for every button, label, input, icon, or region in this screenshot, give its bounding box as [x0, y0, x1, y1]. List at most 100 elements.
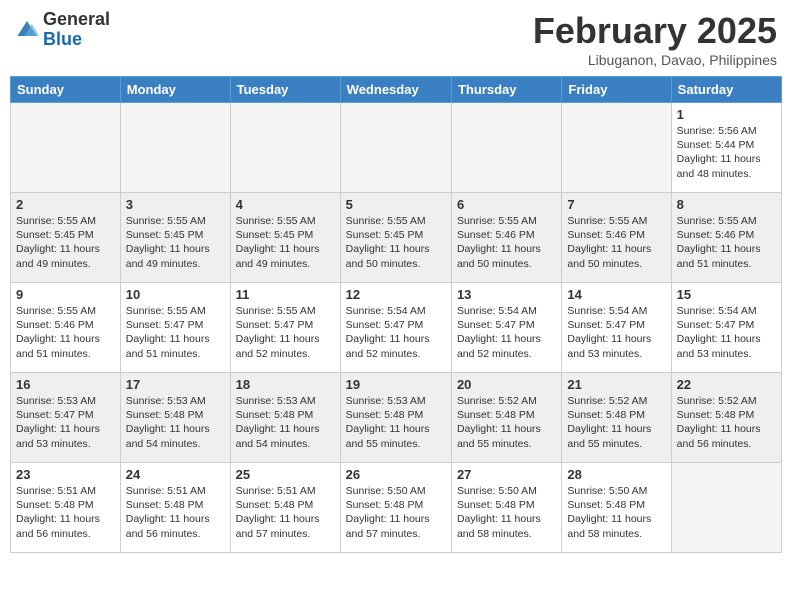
day-info: Sunrise: 5:53 AM Sunset: 5:48 PM Dayligh… [346, 394, 446, 451]
day-number: 3 [126, 197, 225, 212]
calendar-cell: 13 Sunrise: 5:54 AM Sunset: 5:47 PM Dayli… [451, 283, 561, 373]
day-info: Sunrise: 5:55 AM Sunset: 5:45 PM Dayligh… [236, 214, 335, 271]
day-number: 15 [677, 287, 776, 302]
day-info: Sunrise: 5:50 AM Sunset: 5:48 PM Dayligh… [346, 484, 446, 541]
week-row-1: 1 Sunrise: 5:56 AM Sunset: 5:44 PM Daylig… [11, 103, 782, 193]
logo-general-text: General [43, 9, 110, 29]
calendar-cell [671, 463, 781, 553]
day-info: Sunrise: 5:55 AM Sunset: 5:45 PM Dayligh… [16, 214, 115, 271]
day-info: Sunrise: 5:55 AM Sunset: 5:46 PM Dayligh… [567, 214, 665, 271]
day-info: Sunrise: 5:53 AM Sunset: 5:47 PM Dayligh… [16, 394, 115, 451]
calendar-cell: 24 Sunrise: 5:51 AM Sunset: 5:48 PM Dayli… [120, 463, 230, 553]
calendar-cell [451, 103, 561, 193]
day-number: 18 [236, 377, 335, 392]
location: Libuganon, Davao, Philippines [533, 52, 777, 68]
day-info: Sunrise: 5:52 AM Sunset: 5:48 PM Dayligh… [567, 394, 665, 451]
calendar-header-row: SundayMondayTuesdayWednesdayThursdayFrid… [11, 77, 782, 103]
day-info: Sunrise: 5:54 AM Sunset: 5:47 PM Dayligh… [457, 304, 556, 361]
day-info: Sunrise: 5:50 AM Sunset: 5:48 PM Dayligh… [457, 484, 556, 541]
day-number: 7 [567, 197, 665, 212]
day-number: 8 [677, 197, 776, 212]
day-info: Sunrise: 5:55 AM Sunset: 5:46 PM Dayligh… [457, 214, 556, 271]
calendar-cell: 23 Sunrise: 5:51 AM Sunset: 5:48 PM Dayli… [11, 463, 121, 553]
weekday-header-tuesday: Tuesday [230, 77, 340, 103]
day-info: Sunrise: 5:50 AM Sunset: 5:48 PM Dayligh… [567, 484, 665, 541]
week-row-2: 2 Sunrise: 5:55 AM Sunset: 5:45 PM Daylig… [11, 193, 782, 283]
weekday-header-monday: Monday [120, 77, 230, 103]
calendar-cell [340, 103, 451, 193]
day-number: 26 [346, 467, 446, 482]
logo: General Blue [15, 10, 110, 50]
calendar-cell [11, 103, 121, 193]
day-number: 14 [567, 287, 665, 302]
day-info: Sunrise: 5:53 AM Sunset: 5:48 PM Dayligh… [126, 394, 225, 451]
calendar-cell [562, 103, 671, 193]
calendar-cell: 10 Sunrise: 5:55 AM Sunset: 5:47 PM Dayli… [120, 283, 230, 373]
day-number: 16 [16, 377, 115, 392]
day-info: Sunrise: 5:55 AM Sunset: 5:46 PM Dayligh… [677, 214, 776, 271]
day-number: 23 [16, 467, 115, 482]
logo-icon [15, 18, 39, 42]
calendar-table: SundayMondayTuesdayWednesdayThursdayFrid… [10, 76, 782, 553]
page-header: General Blue February 2025 Libuganon, Da… [10, 10, 782, 68]
day-info: Sunrise: 5:55 AM Sunset: 5:46 PM Dayligh… [16, 304, 115, 361]
week-row-5: 23 Sunrise: 5:51 AM Sunset: 5:48 PM Dayli… [11, 463, 782, 553]
day-number: 2 [16, 197, 115, 212]
calendar-cell [120, 103, 230, 193]
calendar-cell: 5 Sunrise: 5:55 AM Sunset: 5:45 PM Daylig… [340, 193, 451, 283]
day-number: 28 [567, 467, 665, 482]
day-info: Sunrise: 5:54 AM Sunset: 5:47 PM Dayligh… [346, 304, 446, 361]
day-info: Sunrise: 5:55 AM Sunset: 5:45 PM Dayligh… [346, 214, 446, 271]
day-number: 11 [236, 287, 335, 302]
day-number: 12 [346, 287, 446, 302]
title-block: February 2025 Libuganon, Davao, Philippi… [533, 10, 777, 68]
day-number: 24 [126, 467, 225, 482]
calendar-cell: 3Sunrise: 5:55 AM Sunset: 5:45 PM Daylig… [120, 193, 230, 283]
calendar-cell: 20 Sunrise: 5:52 AM Sunset: 5:48 PM Dayli… [451, 373, 561, 463]
month-title: February 2025 [533, 10, 777, 52]
day-number: 13 [457, 287, 556, 302]
calendar-cell: 2 Sunrise: 5:55 AM Sunset: 5:45 PM Daylig… [11, 193, 121, 283]
calendar-cell: 18 Sunrise: 5:53 AM Sunset: 5:48 PM Dayli… [230, 373, 340, 463]
day-info: Sunrise: 5:55 AM Sunset: 5:47 PM Dayligh… [126, 304, 225, 361]
day-number: 27 [457, 467, 556, 482]
day-number: 5 [346, 197, 446, 212]
calendar-cell: 9Sunrise: 5:55 AM Sunset: 5:46 PM Daylig… [11, 283, 121, 373]
day-info: Sunrise: 5:52 AM Sunset: 5:48 PM Dayligh… [457, 394, 556, 451]
day-number: 19 [346, 377, 446, 392]
day-info: Sunrise: 5:55 AM Sunset: 5:47 PM Dayligh… [236, 304, 335, 361]
calendar-cell: 16 Sunrise: 5:53 AM Sunset: 5:47 PM Dayli… [11, 373, 121, 463]
calendar-cell: 8 Sunrise: 5:55 AM Sunset: 5:46 PM Daylig… [671, 193, 781, 283]
day-number: 10 [126, 287, 225, 302]
calendar-cell: 21Sunrise: 5:52 AM Sunset: 5:48 PM Dayli… [562, 373, 671, 463]
day-number: 20 [457, 377, 556, 392]
weekday-header-wednesday: Wednesday [340, 77, 451, 103]
day-number: 6 [457, 197, 556, 212]
calendar-cell: 27 Sunrise: 5:50 AM Sunset: 5:48 PM Dayli… [451, 463, 561, 553]
calendar-cell: 28 Sunrise: 5:50 AM Sunset: 5:48 PM Dayli… [562, 463, 671, 553]
calendar-cell: 4 Sunrise: 5:55 AM Sunset: 5:45 PM Daylig… [230, 193, 340, 283]
calendar-cell: 19 Sunrise: 5:53 AM Sunset: 5:48 PM Dayli… [340, 373, 451, 463]
week-row-3: 9Sunrise: 5:55 AM Sunset: 5:46 PM Daylig… [11, 283, 782, 373]
calendar-cell: 1 Sunrise: 5:56 AM Sunset: 5:44 PM Daylig… [671, 103, 781, 193]
calendar-cell: 22 Sunrise: 5:52 AM Sunset: 5:48 PM Dayli… [671, 373, 781, 463]
week-row-4: 16 Sunrise: 5:53 AM Sunset: 5:47 PM Dayli… [11, 373, 782, 463]
day-info: Sunrise: 5:51 AM Sunset: 5:48 PM Dayligh… [126, 484, 225, 541]
day-number: 25 [236, 467, 335, 482]
day-info: Sunrise: 5:52 AM Sunset: 5:48 PM Dayligh… [677, 394, 776, 451]
day-number: 1 [677, 107, 776, 122]
calendar-cell: 15 Sunrise: 5:54 AM Sunset: 5:47 PM Dayli… [671, 283, 781, 373]
logo-blue-text: Blue [43, 29, 82, 49]
calendar-cell: 6 Sunrise: 5:55 AM Sunset: 5:46 PM Daylig… [451, 193, 561, 283]
day-info: Sunrise: 5:51 AM Sunset: 5:48 PM Dayligh… [236, 484, 335, 541]
day-info: Sunrise: 5:56 AM Sunset: 5:44 PM Dayligh… [677, 124, 776, 181]
day-number: 4 [236, 197, 335, 212]
day-number: 17 [126, 377, 225, 392]
day-info: Sunrise: 5:51 AM Sunset: 5:48 PM Dayligh… [16, 484, 115, 541]
calendar-cell: 7 Sunrise: 5:55 AM Sunset: 5:46 PM Daylig… [562, 193, 671, 283]
weekday-header-friday: Friday [562, 77, 671, 103]
day-info: Sunrise: 5:53 AM Sunset: 5:48 PM Dayligh… [236, 394, 335, 451]
day-info: Sunrise: 5:54 AM Sunset: 5:47 PM Dayligh… [567, 304, 665, 361]
day-info: Sunrise: 5:54 AM Sunset: 5:47 PM Dayligh… [677, 304, 776, 361]
day-number: 22 [677, 377, 776, 392]
